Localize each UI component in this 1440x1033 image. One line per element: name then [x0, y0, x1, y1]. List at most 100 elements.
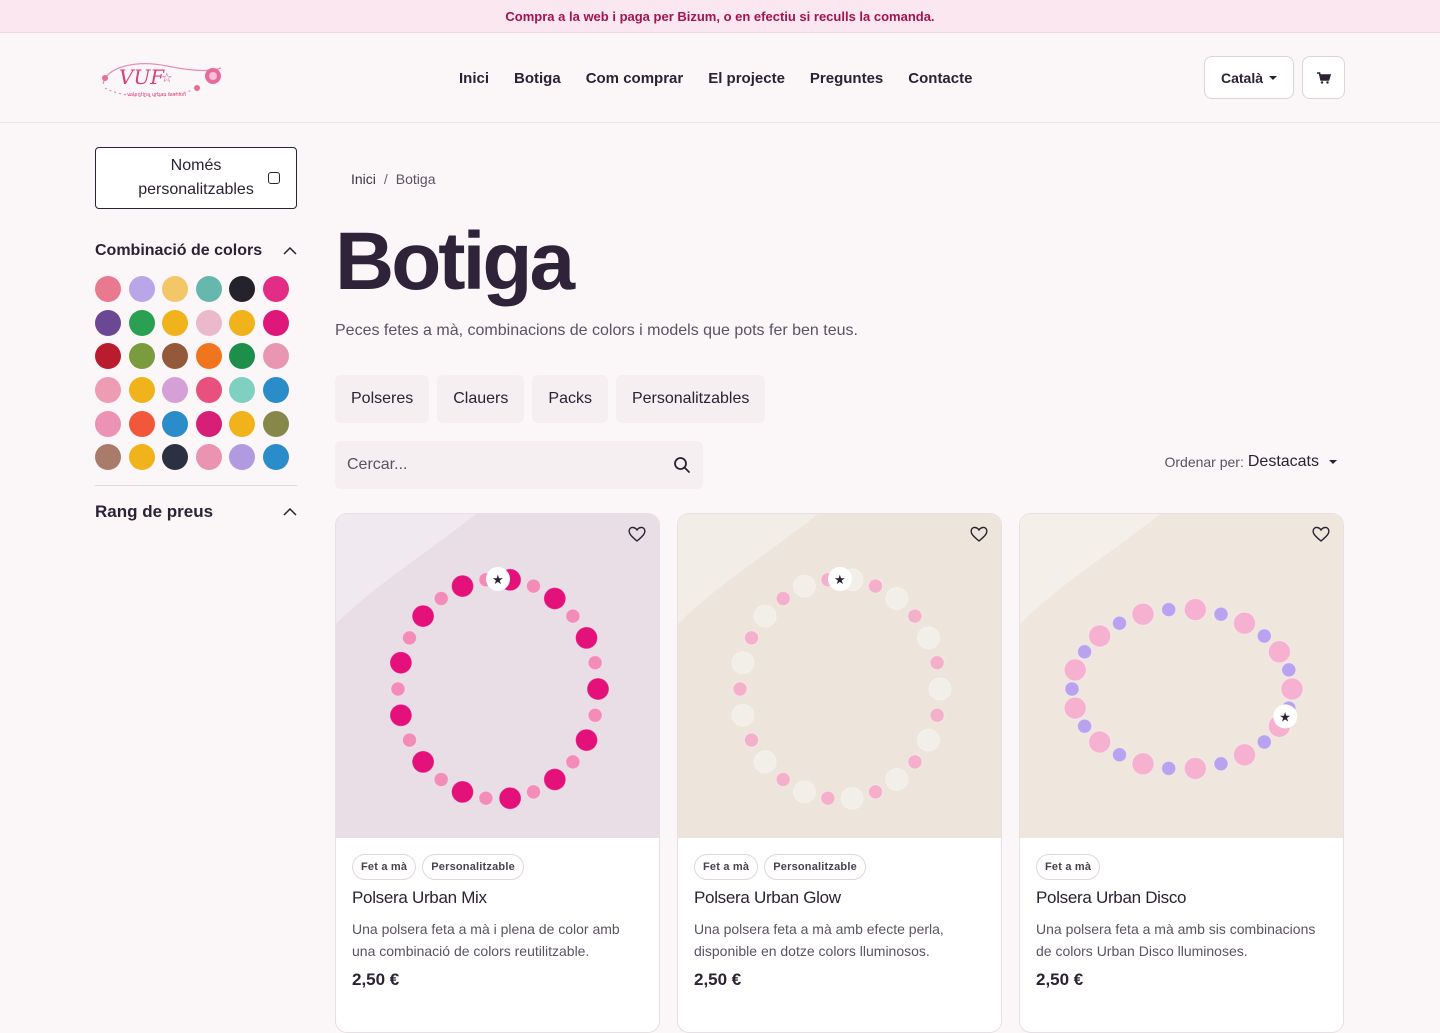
color-swatch[interactable] [162, 343, 188, 370]
color-swatch[interactable] [95, 276, 121, 302]
color-swatch[interactable] [229, 410, 255, 437]
logo-tagline: valentina urban fashion [127, 92, 186, 98]
bead [1112, 747, 1127, 763]
nav-botiga[interactable]: Botiga [514, 70, 561, 87]
product-image[interactable]: ★ [336, 514, 660, 838]
checkbox-icon[interactable] [268, 172, 280, 184]
bead [1131, 602, 1155, 626]
heart-icon[interactable] [969, 524, 989, 544]
category-packs[interactable]: Packs [532, 375, 608, 423]
product-badges: Fet a mà Personalitzable [352, 854, 643, 880]
color-swatch[interactable] [262, 410, 289, 437]
nav-inici[interactable]: Inici [459, 70, 489, 87]
color-swatch[interactable] [128, 410, 155, 437]
breadcrumb-home[interactable]: Inici [351, 171, 376, 187]
product-name[interactable]: Polsera Urban Glow [694, 888, 985, 908]
bead [868, 784, 883, 800]
nav-preguntes[interactable]: Preguntes [810, 70, 883, 87]
product-card[interactable]: ★ Fet a mà Personalitzable Polsera Urban Gl… [677, 513, 1002, 1033]
color-swatch[interactable] [195, 377, 222, 404]
color-swatch[interactable] [162, 444, 188, 471]
bead [587, 655, 603, 671]
color-swatch[interactable] [95, 410, 121, 437]
heart-icon[interactable] [627, 524, 647, 544]
color-swatch[interactable] [128, 309, 155, 336]
color-swatch[interactable] [95, 444, 121, 471]
product-info: Fet a mà Personalitzable Polsera Urban Mix… [336, 838, 659, 990]
bead [1267, 640, 1291, 664]
color-swatch[interactable] [229, 309, 255, 336]
color-swatch[interactable] [128, 377, 155, 404]
language-label: Català [1220, 69, 1263, 86]
bead [389, 703, 413, 727]
bead [793, 574, 816, 598]
bead [1233, 743, 1256, 767]
color-swatch[interactable] [162, 377, 188, 404]
color-swatch[interactable] [262, 444, 289, 471]
bead [575, 626, 598, 650]
bead [389, 651, 413, 675]
bead [1077, 718, 1093, 734]
bead [1256, 628, 1272, 644]
color-swatch[interactable] [162, 410, 188, 437]
color-swatch[interactable] [262, 377, 289, 404]
nav-el-projecte[interactable]: El projecte [708, 70, 785, 87]
color-swatch[interactable] [95, 309, 121, 336]
product-card[interactable]: ★ Fet a mà Personalitzable Polsera Urban Mi… [335, 513, 660, 1033]
color-swatch[interactable] [95, 377, 121, 404]
color-swatch[interactable] [195, 410, 222, 437]
category-personalitzables[interactable]: Personalitzables [615, 375, 766, 423]
color-swatch[interactable] [229, 444, 255, 471]
category-clauers[interactable]: Clauers [437, 375, 525, 423]
product-card[interactable]: ★ Fet a mà Polsera Urban Disco Una polsera … [1019, 513, 1344, 1033]
vuf-logo[interactable]: VUF ☆ valentina urban fashion [97, 54, 225, 102]
color-swatch[interactable] [128, 276, 155, 302]
color-swatch[interactable] [95, 343, 121, 370]
only-customizable-toggle[interactable]: Només personalitzables [95, 147, 297, 209]
bead [543, 587, 567, 610]
color-swatch[interactable] [195, 343, 222, 370]
product-name[interactable]: Polsera Urban Disco [1036, 888, 1327, 908]
language-dropdown[interactable]: Català [1203, 56, 1294, 99]
nav-com-comprar[interactable]: Com comprar [586, 70, 684, 87]
star-glyph: ★ [834, 573, 846, 588]
bead [478, 790, 494, 806]
star-glyph: ★ [492, 573, 504, 588]
heart-icon[interactable] [1311, 524, 1331, 544]
sort-dropdown[interactable]: Ordenar per: Destacats [1164, 453, 1337, 471]
product-info: Fet a mà Personalitzable Polsera Urban Glo… [678, 838, 1001, 990]
color-swatch[interactable] [162, 276, 188, 302]
product-description: Una polsera feta a mà i plena de color a… [352, 921, 620, 959]
color-swatch[interactable] [162, 309, 188, 336]
product-badge: Fet a mà [694, 854, 759, 880]
color-swatch[interactable] [229, 343, 255, 370]
color-swatch[interactable] [262, 309, 289, 336]
category-polseres[interactable]: Polseres [335, 375, 430, 423]
bead [731, 651, 755, 675]
bead [411, 604, 435, 628]
color-swatch[interactable] [128, 343, 155, 370]
color-swatch[interactable] [128, 444, 155, 471]
price-filter-header[interactable]: Rang de preus [95, 502, 297, 522]
cart-button[interactable] [1302, 56, 1345, 99]
bead [587, 707, 603, 723]
color-swatch[interactable] [195, 444, 222, 471]
bead [451, 780, 474, 804]
color-swatch[interactable] [229, 276, 255, 302]
bead [1088, 730, 1112, 754]
search-input[interactable] [347, 456, 673, 474]
colors-filter-header[interactable]: Combinació de colors [95, 242, 297, 260]
product-name[interactable]: Polsera Urban Mix [352, 888, 643, 908]
search-icon[interactable] [673, 456, 691, 474]
bead [451, 574, 474, 598]
color-swatch[interactable] [195, 276, 222, 302]
color-swatch[interactable] [195, 309, 222, 336]
nav-contacte[interactable]: Contacte [908, 70, 972, 87]
product-image[interactable]: ★ [1020, 514, 1344, 838]
announcement-bar: Compra a la web i paga per Bizum, o en e… [0, 0, 1440, 33]
color-swatch[interactable] [229, 377, 255, 404]
color-swatch[interactable] [262, 276, 289, 302]
product-image[interactable]: ★ [678, 514, 1002, 838]
product-grid: ★ Fet a mà Personalitzable Polsera Urban Mi… [335, 513, 1344, 1033]
color-swatch[interactable] [262, 343, 289, 370]
